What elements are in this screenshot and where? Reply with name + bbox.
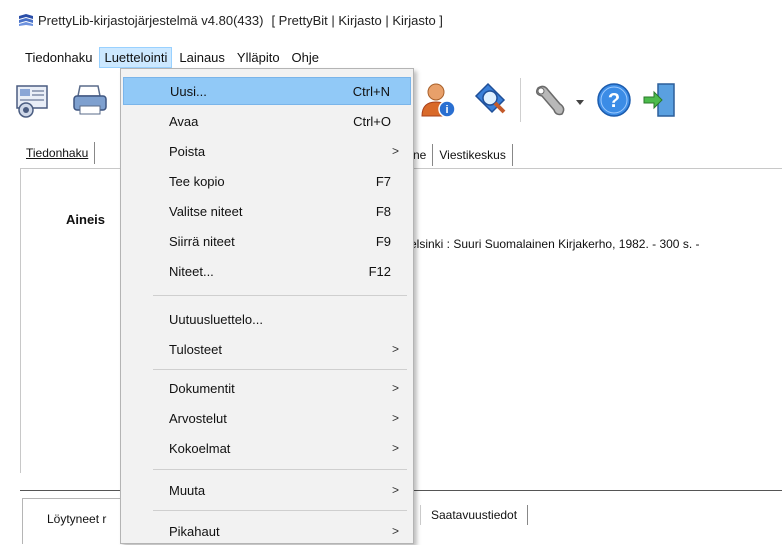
menu-item-niteet[interactable]: Niteet... F12 [123, 257, 411, 285]
tab-viestikeskus[interactable]: Viestikeskus [433, 144, 513, 166]
svg-text:?: ? [608, 90, 620, 112]
dropdown-arrow-icon[interactable] [574, 80, 586, 120]
title-bar: PrettyLib-kirjastojärjestelmä v4.80(433)… [0, 0, 782, 40]
top-tab-strip-right: ne Viestikeskus [407, 144, 513, 166]
menu-item-avaa[interactable]: Avaa Ctrl+O [123, 107, 411, 135]
menu-item-tee-kopio[interactable]: Tee kopio F7 [123, 167, 411, 195]
toolbar-separator [520, 78, 521, 122]
tab-tiedonhaku[interactable]: Tiedonhaku [20, 142, 96, 164]
menu-item-tulosteet[interactable]: Tulosteet > [123, 335, 411, 363]
wrench-icon[interactable] [530, 80, 570, 120]
menu-item-shortcut: F12 [368, 263, 391, 279]
menu-item-label: Kokoelmat [169, 440, 231, 456]
menu-item-shortcut: Ctrl+O [353, 113, 391, 129]
submenu-arrow-icon: > [391, 411, 399, 425]
menu-item-label: Uutuusluettelo... [169, 311, 263, 327]
luettelointi-dropdown: Uusi... Ctrl+N Avaa Ctrl+O Poista > Tee … [120, 68, 414, 544]
menu-lainaus[interactable]: Lainaus [174, 47, 230, 68]
menu-item-label: Tee kopio [169, 173, 225, 189]
menu-bar: Tiedonhaku Luettelointi Lainaus Ylläpito… [0, 45, 782, 69]
app-logo-icon [18, 13, 34, 27]
top-tab-strip: Tiedonhaku [20, 140, 96, 164]
menu-item-label: Poista [169, 143, 206, 159]
menu-item-poista[interactable]: Poista > [123, 137, 411, 165]
tab-saatavuustiedot[interactable]: Saatavuustiedot [420, 505, 529, 525]
menu-item-siirra-niteet[interactable]: Siirrä niteet F9 [123, 227, 411, 255]
menu-item-pikahaut[interactable]: Pikahaut > [123, 517, 411, 545]
menu-item-label: Uusi... [170, 83, 207, 99]
printer-icon[interactable] [70, 80, 110, 120]
menu-item-label: Avaa [169, 113, 199, 129]
tab-tiedonhaku-label: Tiedonhaku [26, 146, 89, 160]
menu-item-arvostelut[interactable]: Arvostelut > [123, 404, 411, 432]
menu-item-shortcut: Ctrl+N [352, 83, 390, 99]
menu-ohje[interactable]: Ohje [287, 47, 324, 68]
menu-yllapito[interactable]: Ylläpito [232, 47, 285, 68]
menu-item-muuta[interactable]: Muuta > [123, 476, 411, 504]
submenu-arrow-icon: > [391, 483, 399, 497]
submenu-arrow-icon: > [391, 144, 399, 158]
menu-item-shortcut: F8 [375, 203, 391, 219]
menu-item-shortcut: F9 [375, 233, 391, 249]
record-description: elsinki : Suuri Suomalainen Kirjakerho, … [410, 237, 700, 251]
menu-separator [153, 510, 407, 511]
window-title: PrettyLib-kirjastojärjestelmä v4.80(433) [38, 12, 264, 28]
menu-separator [153, 469, 407, 470]
menu-item-uutuusluettelo[interactable]: Uutuusluettelo... [123, 305, 411, 333]
window-context: [ PrettyBit | Kirjasto | Kirjasto ] [271, 12, 443, 28]
submenu-arrow-icon: > [391, 524, 399, 538]
menu-item-shortcut: F7 [375, 173, 391, 189]
menu-item-label: Arvostelut [169, 410, 227, 426]
menu-item-label: Pikahaut [169, 523, 220, 539]
submenu-arrow-icon: > [391, 441, 399, 455]
menu-luettelointi[interactable]: Luettelointi [99, 46, 173, 68]
help-icon[interactable]: ? [594, 80, 634, 120]
menu-item-label: Siirrä niteet [169, 233, 235, 249]
submenu-arrow-icon: > [391, 381, 399, 395]
catalog-card-icon[interactable] [14, 80, 54, 120]
menu-item-label: Muuta [169, 482, 206, 498]
menu-item-uusi[interactable]: Uusi... Ctrl+N [123, 77, 411, 105]
menu-separator [153, 369, 407, 370]
menu-item-label: Tulosteet [169, 341, 222, 357]
exit-door-icon[interactable] [640, 80, 680, 120]
person-info-icon[interactable]: i [418, 80, 458, 120]
menu-item-kokoelmat[interactable]: Kokoelmat > [123, 434, 411, 462]
menu-item-label: Niteet... [169, 263, 214, 279]
aineisto-label: Aineis [66, 212, 106, 227]
menu-item-label: Dokumentit [169, 380, 235, 396]
submenu-arrow-icon: > [391, 342, 399, 356]
menu-item-label: Valitse niteet [169, 203, 243, 219]
menu-item-dokumentit[interactable]: Dokumentit > [123, 374, 411, 402]
menu-separator [153, 295, 407, 296]
svg-text:i: i [445, 104, 448, 116]
menu-tiedonhaku[interactable]: Tiedonhaku [20, 47, 97, 68]
menu-item-valitse-niteet[interactable]: Valitse niteet F8 [123, 197, 411, 225]
magnifier-tag-icon[interactable] [470, 80, 510, 120]
tab-loytyneet[interactable]: Löytyneet r [22, 498, 122, 544]
